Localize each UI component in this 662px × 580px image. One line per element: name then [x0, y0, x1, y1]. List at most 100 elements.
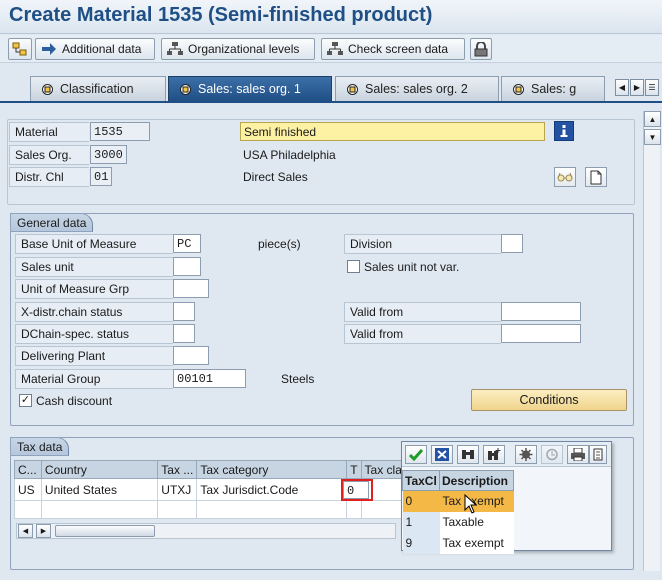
value-help-row[interactable]: 1 Taxable: [402, 511, 514, 533]
check-screen-data-button[interactable]: Check screen data: [321, 38, 465, 60]
org-structure-icon: [327, 42, 343, 55]
additional-data-button[interactable]: Additional data: [35, 38, 155, 60]
valid-from-field[interactable]: [501, 302, 581, 321]
value-help-row[interactable]: 9 Tax exempt: [402, 532, 514, 554]
dchain-status-field[interactable]: [173, 324, 195, 343]
tax-table-header: C... Country Tax ... Tax category T Tax …: [14, 460, 415, 479]
tab-scroll-right[interactable]: ▶: [630, 79, 644, 96]
info-list-button[interactable]: [589, 445, 607, 464]
scroll-up-button[interactable]: ▲: [644, 111, 661, 127]
triangle-right-icon: ▶: [633, 83, 641, 92]
distr-chl-label: Distr. Chl: [9, 167, 89, 187]
base-uom-label: Base Unit of Measure: [15, 234, 173, 254]
material-group-field[interactable]: 00101: [173, 369, 246, 388]
document-icon: [590, 170, 602, 184]
triangle-left-icon: ◀: [22, 528, 29, 535]
column-header[interactable]: Tax category: [196, 460, 348, 479]
table-row: [14, 500, 415, 519]
page-title: Create Material 1535 (Semi-finished prod…: [9, 4, 433, 26]
value-help-table: TaxCl Description 0 Tax exempt 1 Taxable…: [402, 470, 514, 554]
printer-icon: [571, 448, 585, 461]
cancel-button[interactable]: [431, 445, 453, 464]
sales-unit-label: Sales unit: [15, 257, 173, 277]
mouse-cursor-icon: [464, 494, 478, 514]
confirm-button[interactable]: [405, 445, 427, 464]
uom-grp-label: Unit of Measure Grp: [15, 279, 173, 299]
scroll-down-button[interactable]: ▼: [644, 129, 661, 145]
material-description-field[interactable]: Semi finished: [240, 122, 545, 141]
column-header[interactable]: Description: [439, 470, 514, 491]
other-material-button[interactable]: [8, 38, 32, 60]
binoculars-plus-icon: [488, 448, 501, 460]
tab-strip: Classification Sales: sales org. 1 Sales…: [0, 76, 662, 101]
cash-discount-checkbox[interactable]: ✓: [19, 394, 32, 407]
find-next-button[interactable]: [483, 445, 505, 464]
settings-button[interactable]: [515, 445, 537, 464]
xdistr-status-label: X-distr.chain status: [15, 302, 173, 322]
tax-category-cell: Tax Jurisdict.Code: [196, 478, 348, 501]
binoculars-icon: [462, 450, 474, 459]
conditions-button[interactable]: Conditions: [471, 389, 627, 411]
valid-from-2-field[interactable]: [501, 324, 581, 343]
hierarchy-icon: [12, 42, 27, 56]
org-levels-button[interactable]: Organizational levels: [161, 38, 315, 60]
document-icon: [593, 448, 603, 461]
sales-org-field[interactable]: 3000: [90, 145, 127, 164]
lock-button[interactable]: [470, 38, 492, 60]
tax-class-key: 9: [402, 532, 440, 554]
dchain-status-label: DChain-spec. status: [15, 324, 173, 344]
sales-org-label: Sales Org.: [9, 145, 89, 165]
uom-grp-field[interactable]: [173, 279, 209, 298]
tax-type-cell: UTXJ: [157, 478, 198, 501]
column-header[interactable]: T: [346, 460, 362, 479]
tab-sales-org-2[interactable]: Sales: sales org. 2: [335, 76, 499, 101]
delivering-plant-field[interactable]: [173, 346, 209, 365]
document-button[interactable]: [585, 167, 607, 187]
column-header[interactable]: Tax ...: [157, 460, 198, 479]
find-button[interactable]: [457, 445, 479, 464]
scroll-right-button[interactable]: ▶: [36, 524, 51, 538]
material-number-field[interactable]: 1535: [90, 122, 150, 141]
vertical-scrollbar[interactable]: ▲ ▼: [643, 111, 661, 571]
glasses-icon: [557, 172, 573, 182]
valid-from-2-label: Valid from: [344, 324, 501, 344]
triangle-right-icon: ▶: [40, 528, 47, 535]
lock-icon: [474, 41, 488, 56]
column-header[interactable]: C...: [14, 460, 42, 479]
scroll-thumb[interactable]: [55, 525, 155, 537]
triangle-down-icon: ▼: [648, 132, 657, 142]
tax-class-description: Taxable: [439, 511, 514, 533]
tab-list-button[interactable]: ☰: [645, 79, 659, 96]
column-header[interactable]: TaxCl: [402, 470, 440, 491]
tab-classification[interactable]: Classification: [30, 76, 166, 101]
material-group-label: Material Group: [15, 369, 173, 389]
scroll-left-button[interactable]: ◀: [18, 524, 33, 538]
division-field[interactable]: [501, 234, 523, 253]
tab-sales-org-1[interactable]: Sales: sales org. 1: [168, 76, 332, 101]
sales-unit-field[interactable]: [173, 257, 201, 276]
info-button[interactable]: [554, 121, 574, 141]
tab-sales-general[interactable]: Sales: g: [501, 76, 605, 101]
material-label: Material: [9, 122, 89, 142]
division-label: Division: [344, 234, 501, 254]
tax-table-hscroll[interactable]: ◀ ▶: [16, 523, 396, 539]
cash-discount-label: Cash discount: [36, 394, 113, 408]
valid-from-label: Valid from: [344, 302, 501, 322]
base-uom-field[interactable]: PC: [173, 234, 201, 253]
tab-scroll-left[interactable]: ◀: [615, 79, 629, 96]
arrow-right-icon: [42, 43, 56, 55]
gear-icon: [519, 448, 533, 461]
column-header[interactable]: Country: [40, 460, 159, 479]
print-button[interactable]: [567, 445, 589, 464]
glasses-button[interactable]: [554, 167, 576, 187]
sales-unit-not-var-checkbox[interactable]: [347, 260, 360, 273]
org-structure-icon: [167, 42, 183, 55]
triangle-left-icon: ◀: [618, 83, 626, 92]
distr-chl-field[interactable]: 01: [90, 167, 112, 186]
history-button[interactable]: [541, 445, 563, 464]
highlight-box: [341, 479, 373, 501]
xdistr-status-field[interactable]: [173, 302, 195, 321]
tax-data-title: Tax data: [10, 437, 70, 456]
value-help-row[interactable]: 0 Tax exempt: [402, 490, 514, 512]
tax-class-value-help: TaxCl Description 0 Tax exempt 1 Taxable…: [401, 441, 612, 554]
